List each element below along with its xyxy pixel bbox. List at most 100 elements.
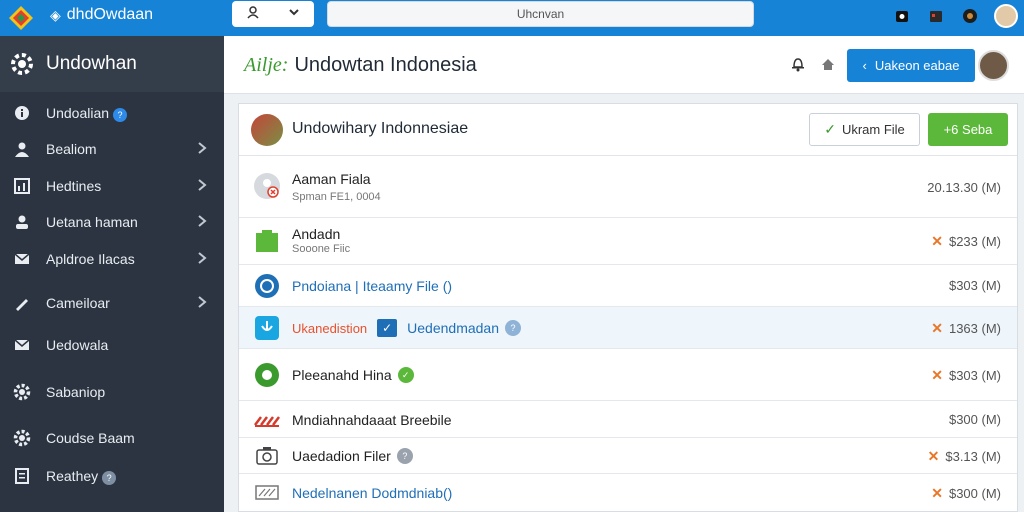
add-button[interactable]: +6 Seba — [928, 113, 1008, 146]
sidebar-item-hedtines[interactable]: Hedtines — [0, 170, 224, 202]
file-row[interactable]: Andadn Sooone Fiic ✕ $233 (M) — [239, 218, 1017, 265]
sidebar-item-sabaniop[interactable]: Sabaniop — [0, 376, 224, 408]
diamond-icon: ◈ — [50, 6, 61, 23]
file-name: Aaman Fiala — [292, 171, 371, 187]
file-size-value: $303 (M) — [948, 278, 1001, 293]
file-size-value: $3.13 (M) — [945, 449, 1001, 464]
profile-avatar[interactable] — [978, 50, 1009, 81]
sidebar-item-coudse-baam[interactable]: Coudse Baam — [0, 422, 224, 454]
file-size: ✕ $303 (M) — [931, 367, 1001, 384]
file-size: ✕ 1363 (M) — [931, 320, 1001, 337]
sidebar-item-label: Bealiom — [46, 141, 97, 157]
file-row[interactable]: Nedelnanen Dodmdniab() ✕ $300 (M) — [239, 474, 1017, 511]
sidebar-item-label: Cameiloar — [46, 295, 110, 311]
camera-file-icon — [253, 442, 281, 470]
check-icon: ✓ — [824, 121, 836, 137]
chevron-right-icon — [196, 177, 208, 196]
file-name: Andadn — [292, 226, 341, 242]
gear-icon — [12, 382, 32, 402]
panel-header: Undowihary Indonnesiae ✓ Ukram File +6 S… — [239, 104, 1017, 156]
close-icon[interactable]: ✕ — [931, 485, 943, 502]
file-tag: Ukanedistion — [292, 320, 368, 336]
page-title-text: Undowtan Indonesia — [294, 54, 477, 76]
close-icon[interactable]: ✕ — [931, 367, 943, 384]
sidebar-item-label: Uetana haman — [46, 214, 138, 230]
bell-icon[interactable] — [790, 56, 806, 77]
chevron-down-icon[interactable] — [287, 5, 301, 24]
file-name: Pleeanahd Hina — [292, 367, 392, 383]
file-name: Nedelnanen Dodmdniab() — [292, 485, 453, 501]
sidebar-item-bealiom[interactable]: Bealiom — [0, 133, 224, 165]
sidebar-item-uedowala[interactable]: Uedowala — [0, 329, 224, 361]
file-size-value: $300 (M) — [948, 412, 1001, 427]
file-row[interactable]: Pndoiana | Iteaamy File () $303 (M) — [239, 265, 1017, 307]
file-name-group: Pleeanahd Hina ✓ — [292, 367, 414, 383]
file-row[interactable]: Pleeanahd Hina ✓ ✕ $303 (M) — [239, 349, 1017, 401]
file-subtitle: Spman FE1, 0004 — [292, 191, 381, 203]
chevron-left-icon: ‹ — [862, 58, 867, 73]
chevron-right-icon — [196, 250, 208, 269]
close-icon[interactable]: ✕ — [928, 448, 940, 465]
sidebar-item-undoalian[interactable]: Undoalian? — [0, 97, 224, 129]
sidebar: Undowhan Undoalian? Bealiom Hedtines Uet… — [0, 36, 224, 512]
page-title: Ailje: Undowtan Indonesia — [244, 54, 477, 77]
brand[interactable]: ◈ dhdOwdaan — [50, 6, 153, 24]
search-input[interactable] — [327, 1, 754, 27]
sidebar-item-label: Hedtines — [46, 178, 102, 194]
user-avatar[interactable] — [994, 4, 1018, 28]
file-subtitle: Sooone Fiic — [292, 243, 351, 255]
file-name-group: Uaedadion Filer ? — [292, 448, 413, 464]
gear-icon — [11, 53, 33, 75]
top-right-icons — [892, 4, 1018, 28]
file-row[interactable]: Aaman Fiala Spman FE1, 0004 20.13.30 (M) — [239, 156, 1017, 218]
document-icon — [12, 466, 32, 486]
upload-file-button[interactable]: ✓ Ukram File — [809, 113, 920, 146]
file-size: $303 (M) — [949, 278, 1001, 293]
chevron-right-icon — [196, 140, 208, 159]
help-icon: ? — [505, 320, 522, 336]
anchor-icon — [253, 314, 281, 342]
file-size: ✕ $3.13 (M) — [928, 448, 1001, 465]
close-icon[interactable]: ✕ — [931, 233, 943, 250]
file-person-icon — [253, 172, 281, 200]
help-badge: ? — [102, 470, 117, 485]
sidebar-item-label: Undoalian — [46, 104, 110, 121]
top-bar: ◈ dhdOwdaan — [0, 0, 1024, 36]
sidebar-item-uetana-haman[interactable]: Uetana haman — [0, 206, 224, 238]
sidebar-item-label: Sabaniop — [46, 384, 106, 400]
user-icon — [12, 139, 32, 159]
row-checkbox[interactable]: ✓ — [377, 319, 398, 337]
settings-icon[interactable] — [960, 6, 980, 26]
sidebar-item-cameiloar[interactable]: Cameiloar — [0, 287, 224, 319]
sidebar-item-reathey[interactable]: Reathey? — [0, 460, 224, 492]
app-logo-icon[interactable] — [8, 5, 34, 31]
home-icon[interactable] — [820, 56, 836, 77]
sidebar-item-label: Uedowala — [46, 337, 109, 353]
calendar-icon[interactable] — [926, 6, 946, 26]
file-size-value: $300 (M) — [948, 486, 1001, 501]
sidebar-item-apldroe-ilacas[interactable]: Apldroe Ilacas — [0, 243, 224, 275]
primary-action-button[interactable]: ‹ Uakeon eabae — [847, 49, 975, 82]
upload-file-label: Ukram File — [841, 122, 905, 137]
page-title-prefix: Ailje: — [244, 54, 289, 76]
panel-title: Undowihary Indonnesiae — [292, 120, 469, 137]
chevron-right-icon — [196, 294, 208, 313]
close-icon[interactable]: ✕ — [931, 320, 943, 337]
file-name: Uaedadion Filer — [292, 448, 391, 464]
camera-icon[interactable] — [892, 6, 912, 26]
gear-icon — [12, 428, 32, 448]
sidebar-header[interactable]: Undowhan — [0, 36, 224, 92]
panel-avatar — [251, 114, 283, 146]
file-row-selected[interactable]: Ukanedistion ✓ Uedendmadan ? ✕ 1363 (M) — [239, 307, 1017, 349]
file-size-value: $233 (M) — [948, 234, 1001, 249]
help-icon: ? — [396, 448, 413, 464]
stripes-icon — [253, 405, 281, 433]
file-row[interactable]: Mndiahnahdaaat Breebile $300 (M) — [239, 401, 1017, 438]
user-icon[interactable] — [246, 5, 260, 24]
file-size: ✕ $300 (M) — [931, 485, 1001, 502]
file-row[interactable]: Uaedadion Filer ? ✕ $3.13 (M) — [239, 438, 1017, 474]
sketch-file-icon — [253, 478, 281, 506]
file-size: $300 (M) — [949, 412, 1001, 427]
circle-file-icon — [253, 272, 281, 300]
wrench-icon — [12, 293, 32, 313]
